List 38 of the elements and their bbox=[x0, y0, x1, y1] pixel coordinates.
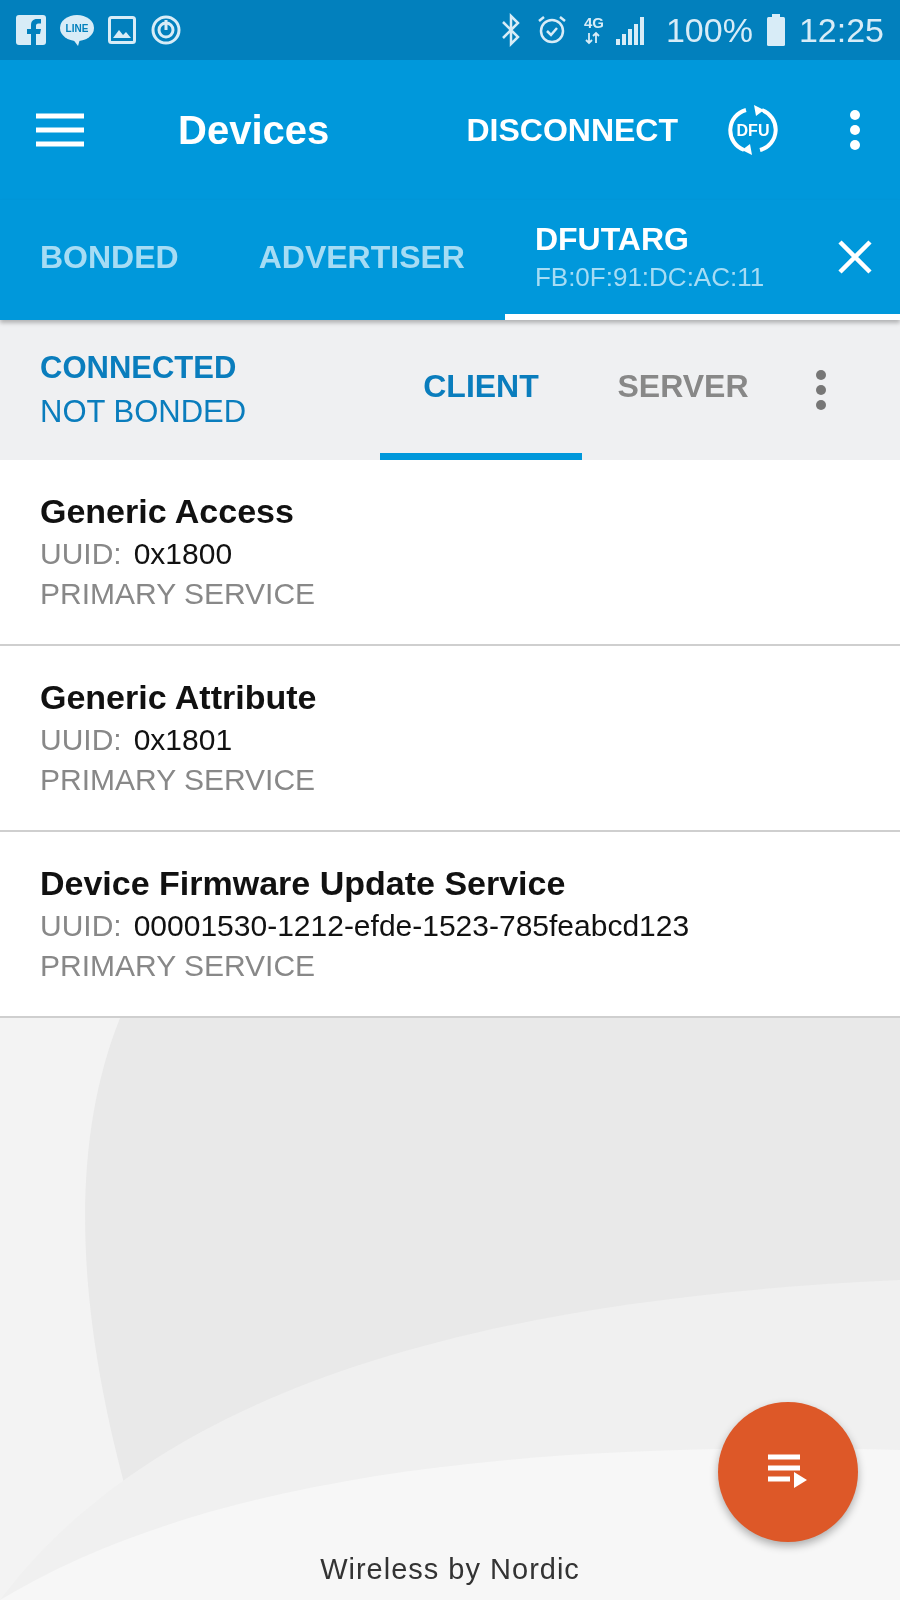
battery-percent: 100% bbox=[665, 10, 753, 50]
device-address: FB:0F:91:DC:AC:11 bbox=[534, 262, 766, 293]
bond-state: NOT BONDED bbox=[40, 394, 248, 430]
image-icon bbox=[108, 16, 136, 44]
service-type: PRIMARY SERVICE bbox=[40, 763, 317, 797]
service-name: Generic Access bbox=[40, 492, 295, 531]
device-name: DFUTARG bbox=[534, 221, 690, 258]
footer-text: Wireless by Nordic bbox=[320, 1553, 580, 1586]
power-timer-icon bbox=[150, 14, 182, 46]
service-type: PRIMARY SERVICE bbox=[40, 949, 317, 983]
close-icon bbox=[838, 240, 872, 274]
device-tab[interactable]: BONDED bbox=[0, 200, 219, 320]
playlist-play-icon bbox=[768, 1454, 808, 1490]
service-name: Device Firmware Update Service bbox=[40, 864, 567, 903]
app-title: Devices bbox=[178, 107, 330, 153]
uuid-label: UUID: bbox=[40, 909, 122, 943]
dfu-button[interactable]: DFU bbox=[726, 103, 780, 157]
connection-state: CONNECTED bbox=[40, 350, 238, 386]
role-tab[interactable]: SERVER bbox=[582, 320, 784, 460]
clock: 12:25 bbox=[798, 10, 884, 50]
device-tab[interactable]: ADVERTISER bbox=[218, 200, 505, 320]
uuid-value: 0x1801 bbox=[133, 723, 233, 757]
menu-button[interactable] bbox=[36, 113, 84, 147]
facebook-icon bbox=[16, 15, 46, 45]
more-icon bbox=[814, 369, 828, 411]
bluetooth-icon bbox=[499, 13, 522, 47]
uuid-value: 0x1800 bbox=[133, 537, 233, 571]
more-icon bbox=[848, 109, 862, 151]
service-type: PRIMARY SERVICE bbox=[40, 577, 317, 611]
battery-icon bbox=[766, 14, 785, 46]
service-row[interactable]: Generic Attribute UUID: 0x1801 PRIMARY SERVICE bbox=[0, 646, 900, 832]
disconnect-button[interactable]: DISCONNECT bbox=[458, 103, 686, 157]
uuid-label: UUID: bbox=[40, 537, 122, 571]
service-row[interactable]: Generic Access UUID: 0x1800 PRIMARY SERVICE bbox=[0, 460, 900, 646]
uuid-value: 00001530-1212-efde-1523-785feabcd123 bbox=[133, 909, 690, 943]
service-name: Generic Attribute bbox=[40, 678, 318, 717]
uuid-label: UUID: bbox=[40, 723, 122, 757]
close-button[interactable] bbox=[838, 240, 872, 274]
